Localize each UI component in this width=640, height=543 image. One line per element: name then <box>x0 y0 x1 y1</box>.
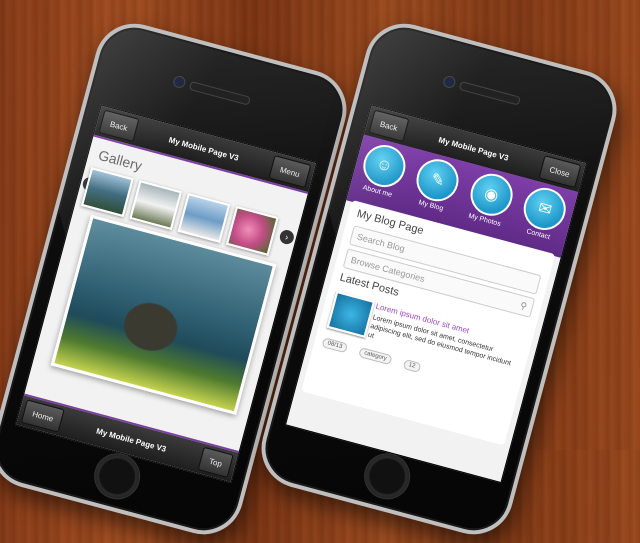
menu-item-about[interactable]: ☺ About me <box>356 140 410 200</box>
post-category-tag[interactable]: category <box>358 347 393 366</box>
thumbnail[interactable] <box>177 192 231 243</box>
page-title: My Mobile Page V3 <box>167 134 240 163</box>
menu-item-blog[interactable]: ✎ My Blog <box>410 154 464 215</box>
search-icon[interactable]: ⚲ <box>519 300 528 312</box>
post-comments-tag[interactable]: 12 <box>402 358 422 373</box>
post-date-tag: 08/13 <box>321 337 349 354</box>
speaker <box>458 80 521 106</box>
search-placeholder: Search Blog <box>355 231 406 254</box>
back-button[interactable]: Back <box>98 109 140 143</box>
home-button[interactable]: Home <box>20 399 66 433</box>
thumb-next-icon[interactable]: › <box>278 228 296 246</box>
top-button[interactable]: Top <box>197 446 234 478</box>
menu-item-photos[interactable]: ◉ My Photos <box>463 168 518 229</box>
camera <box>442 74 457 90</box>
menu-item-contact[interactable]: ✉ Contact <box>517 183 571 243</box>
thumbnail[interactable] <box>225 205 279 256</box>
menu-button[interactable]: Menu <box>268 155 312 189</box>
footer-title: My Mobile Page V3 <box>95 426 168 454</box>
post-thumbnail[interactable] <box>326 290 376 338</box>
thumbnail[interactable] <box>129 180 183 231</box>
thumbnail[interactable] <box>80 167 134 218</box>
speaker <box>188 80 251 106</box>
camera <box>172 74 187 90</box>
